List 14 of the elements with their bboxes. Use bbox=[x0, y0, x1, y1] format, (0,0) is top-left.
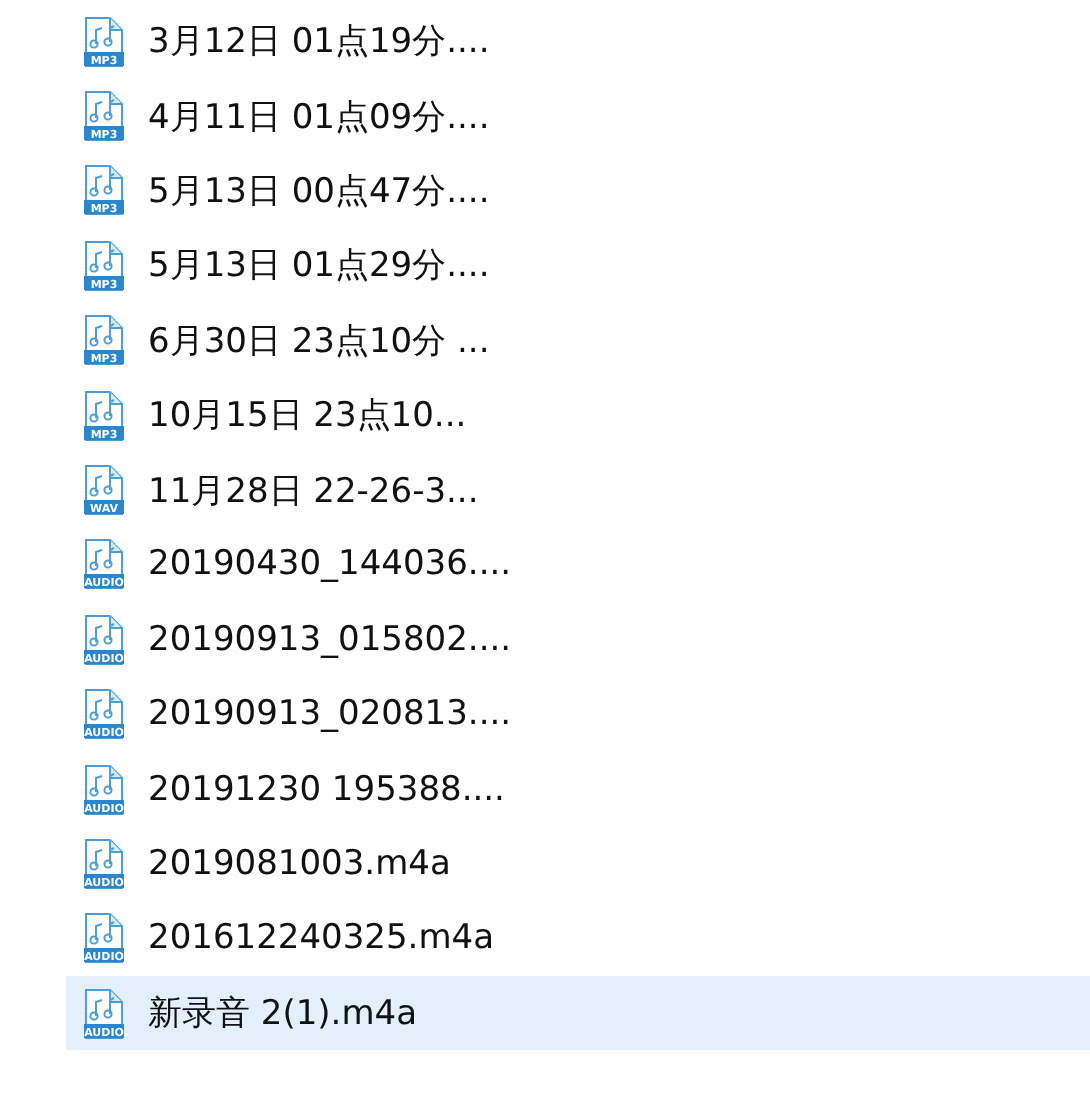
file-name: 10月15日 23点10... bbox=[148, 394, 467, 439]
file-name: 11月28日 22-26-3... bbox=[148, 469, 479, 514]
file-name: 4月11日 01点09分.... bbox=[148, 95, 490, 140]
file-name: 6月30日 23点10分 ... bbox=[148, 319, 490, 364]
file-name: 20190430_144036.... bbox=[148, 544, 512, 585]
file-name: 3月12日 01点19分.... bbox=[148, 20, 490, 65]
file-name: 201612240325.m4a bbox=[148, 918, 494, 959]
file-name: 20190913_020813.... bbox=[148, 694, 512, 735]
file-name: 20191230 195388.... bbox=[148, 769, 505, 810]
file-name: 新录音 2(1).m4a bbox=[148, 992, 417, 1037]
file-name: 5月13日 01点29分.... bbox=[148, 244, 490, 289]
file-name: 2019081003.m4a bbox=[148, 843, 451, 884]
file-name: 5月13日 00点47分.... bbox=[148, 169, 490, 214]
file-name: 20190913_015802.... bbox=[148, 619, 512, 660]
